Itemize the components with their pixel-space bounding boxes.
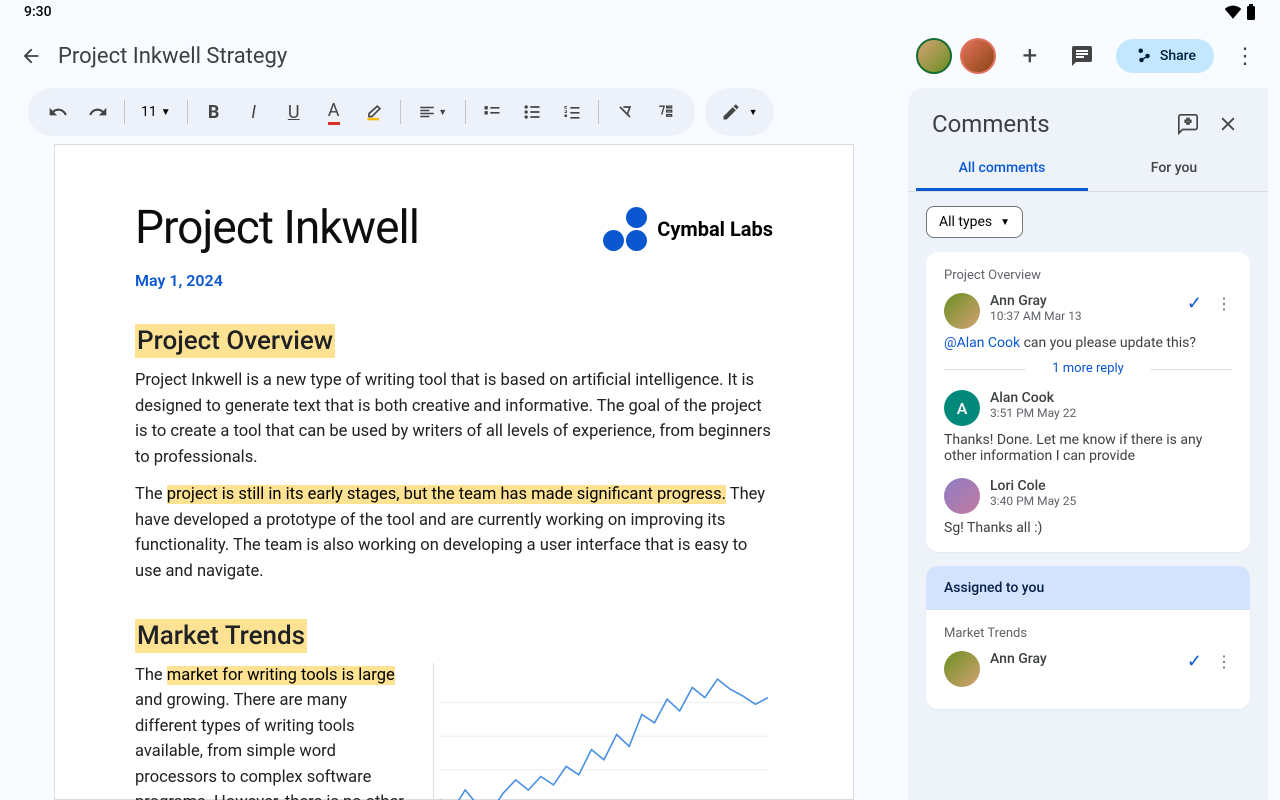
align-button[interactable]: ▼ [409, 94, 457, 130]
document-page[interactable]: Project Inkwell Cymbal Labs May 1, 2024 … [54, 144, 854, 800]
checklist-button[interactable] [474, 94, 510, 130]
bulleted-list-button[interactable] [514, 94, 550, 130]
document-title[interactable]: Project Inkwell Strategy [58, 44, 900, 69]
comment-section-ref: Project Overview [944, 268, 1232, 283]
commenter-avatar [944, 293, 980, 329]
comment-time: 3:51 PM May 22 [990, 406, 1076, 420]
new-comment-button[interactable] [1172, 108, 1204, 140]
highlight-color-button[interactable] [356, 94, 392, 130]
comment-body: Sg! Thanks all :) [944, 520, 1232, 536]
pencil-icon [721, 102, 741, 122]
more-menu[interactable]: ⋮ [1230, 44, 1260, 69]
commenter-name: Ann Gray [990, 651, 1047, 667]
comment-more-menu[interactable]: ⋮ [1216, 652, 1232, 671]
share-button[interactable]: Share [1116, 39, 1214, 73]
add-collaborator-button[interactable]: + [1012, 38, 1048, 74]
comments-title: Comments [932, 110, 1164, 138]
comment-more-menu[interactable]: ⋮ [1216, 294, 1232, 313]
filter-comment-types[interactable]: All types ▼ [926, 206, 1023, 238]
back-button[interactable] [20, 45, 42, 67]
comment-thread-1[interactable]: Project Overview Ann Gray 10:37 AM Mar 1… [926, 252, 1250, 552]
underline-button[interactable]: U [276, 94, 312, 130]
highlighted-text: project is still in its early stages, bu… [167, 485, 726, 504]
comments-panel: Comments All comments For you All types … [908, 88, 1268, 800]
share-label: Share [1160, 48, 1196, 64]
commenter-avatar [944, 651, 980, 687]
redo-button[interactable] [80, 94, 116, 130]
chevron-down-icon: ▼ [749, 107, 758, 118]
battery-icon [1246, 4, 1256, 20]
trend-chart [433, 663, 773, 800]
comment-section-ref: Market Trends [944, 626, 1232, 641]
share-icon [1134, 47, 1152, 65]
chevron-down-icon: ▼ [1000, 217, 1010, 228]
comment-time: 3:40 PM May 25 [990, 494, 1076, 508]
more-replies-link[interactable]: 1 more reply [944, 361, 1232, 376]
undo-button[interactable] [40, 94, 76, 130]
commenter-name: Lori Cole [990, 478, 1076, 494]
doc-date: May 1, 2024 [135, 271, 773, 290]
status-time: 9:30 [24, 4, 52, 20]
tab-for-you[interactable]: For you [1088, 148, 1260, 191]
toolbar-edit-mode[interactable]: ▼ [705, 88, 774, 136]
toolbar-main: 11 ▼ B I U A ▼ [28, 88, 695, 136]
mention[interactable]: @Alan Cook [944, 335, 1020, 351]
collaborator-avatar-1[interactable] [916, 38, 952, 74]
commenter-avatar: A [944, 390, 980, 426]
font-size-value: 11 [141, 104, 157, 120]
comment-body: @Alan Cook can you please update this? [944, 335, 1232, 351]
resolve-comment-button[interactable]: ✓ [1187, 293, 1202, 314]
resolve-comment-button[interactable]: ✓ [1187, 651, 1202, 672]
highlighted-text: market for writing tools is large [167, 666, 395, 685]
comment-thread-2[interactable]: Market Trends Ann Gray ✓ ⋮ [926, 610, 1250, 709]
status-right [1224, 4, 1256, 20]
open-comments-button[interactable] [1064, 38, 1100, 74]
market-paragraph: The market for writing tools is large an… [135, 663, 409, 800]
assigned-to-you-header: Assigned to you [926, 566, 1250, 610]
overview-paragraph-2: The project is still in its early stages… [135, 482, 773, 584]
wifi-icon [1224, 5, 1242, 19]
comment-time: 10:37 AM Mar 13 [990, 309, 1082, 323]
italic-button[interactable]: I [236, 94, 272, 130]
commenter-name: Alan Cook [990, 390, 1076, 406]
overview-paragraph-1: Project Inkwell is a new type of writing… [135, 368, 773, 470]
commenter-name: Ann Gray [990, 293, 1082, 309]
font-size-select[interactable]: 11 ▼ [133, 104, 179, 120]
section-heading-overview: Project Overview [135, 324, 335, 358]
section-heading-market: Market Trends [135, 619, 307, 653]
commenter-avatar [944, 478, 980, 514]
clear-formatting-button[interactable] [607, 94, 643, 130]
text-color-button[interactable]: A [316, 94, 352, 130]
chevron-down-icon: ▼ [161, 107, 171, 118]
comment-body: Thanks! Done. Let me know if there is an… [944, 432, 1232, 464]
brand-logo: Cymbal Labs [603, 207, 773, 251]
close-comments-button[interactable] [1212, 108, 1244, 140]
paragraph-styles-button[interactable] [647, 94, 683, 130]
collaborator-avatar-2[interactable] [960, 38, 996, 74]
doc-h1: Project Inkwell [135, 201, 419, 255]
numbered-list-button[interactable] [554, 94, 590, 130]
bold-button[interactable]: B [196, 94, 232, 130]
tab-all-comments[interactable]: All comments [916, 148, 1088, 191]
